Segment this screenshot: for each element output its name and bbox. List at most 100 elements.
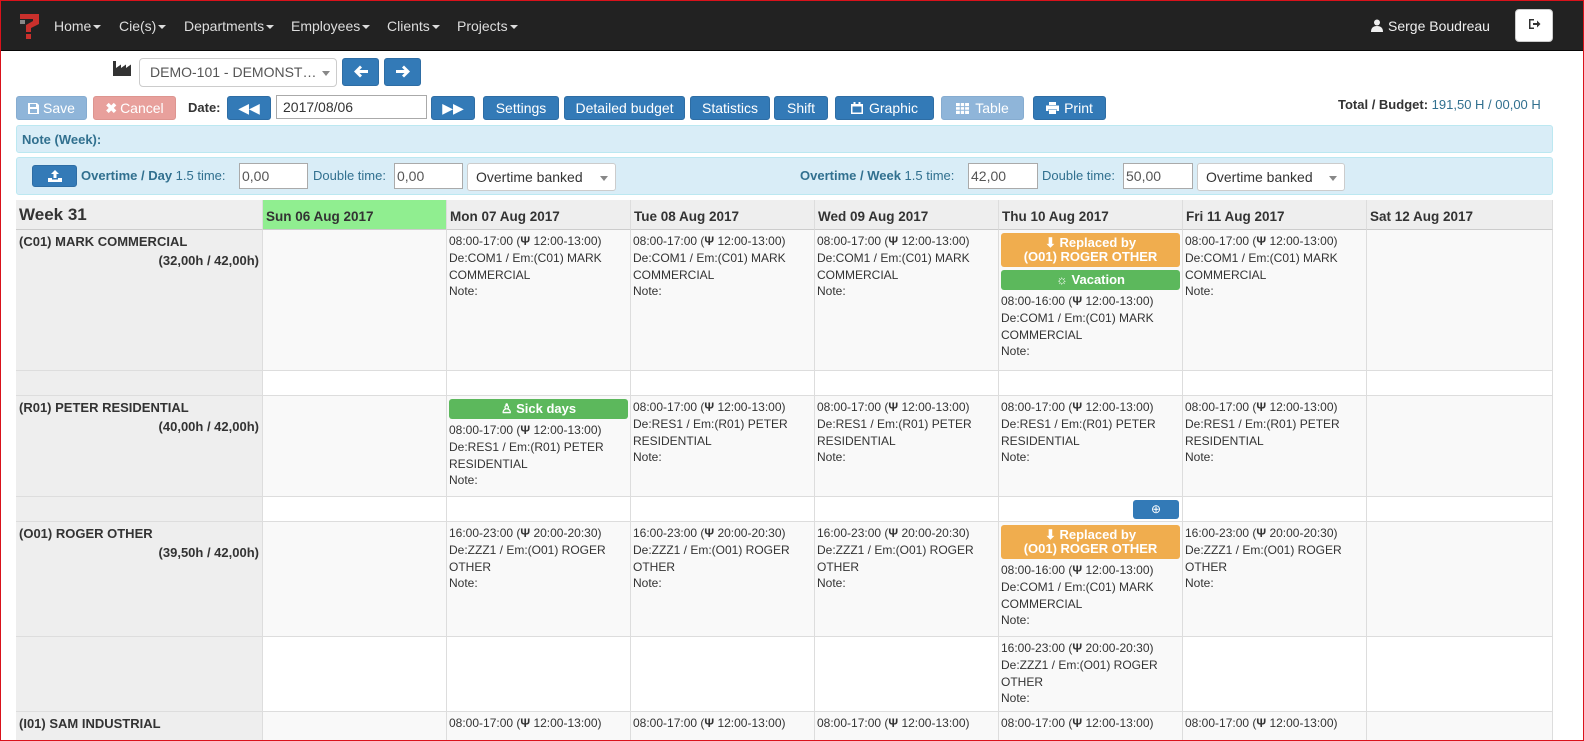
nav-companies[interactable]: Cie(s) — [119, 18, 167, 34]
empty-cell[interactable] — [815, 637, 999, 711]
empty-cell[interactable] — [631, 371, 815, 395]
empty-cell[interactable] — [263, 637, 447, 711]
day-header-fri[interactable]: Fri 11 Aug 2017 — [1183, 200, 1367, 230]
employee-name[interactable]: (C01) MARK COMMERCIAL — [19, 234, 187, 249]
day-header-sat[interactable]: Sat 12 Aug 2017 — [1367, 200, 1553, 230]
empty-cell[interactable] — [447, 371, 631, 395]
statistics-button[interactable]: Statistics — [690, 96, 770, 120]
shift-cell-wed[interactable]: 08:00-17:00 (Ψ 12:00-13:00) De:COM1 / Em:… — [815, 230, 999, 370]
detailed-budget-button[interactable]: Detailed budget — [564, 96, 685, 120]
empty-cell[interactable] — [263, 371, 447, 395]
next-company-button[interactable] — [384, 58, 421, 86]
nav-projects[interactable]: Projects — [457, 18, 518, 34]
shift-cell-thu[interactable]: 08:00-17:00 (Ψ 12:00-13:00) — [999, 712, 1183, 740]
day-header-sun[interactable]: Sun 06 Aug 2017 — [263, 200, 447, 230]
upload-overtime-button[interactable] — [32, 165, 77, 187]
logout-button[interactable] — [1515, 9, 1553, 42]
cancel-button[interactable]: ✖ Cancel — [93, 96, 176, 120]
empty-cell[interactable] — [1367, 371, 1553, 395]
shift-cell-mon[interactable]: 08:00-17:00 (Ψ 12:00-13:00) De:COM1 / Em:… — [447, 230, 631, 370]
employee-name[interactable]: (R01) PETER RESIDENTIAL — [19, 400, 189, 415]
shift-cell-thu[interactable]: ⬇ Replaced by (O01) ROGER OTHER ☼ Vacatio… — [999, 230, 1183, 370]
employee-name[interactable]: (I01) SAM INDUSTRIAL — [19, 716, 161, 731]
shift-cell-tue[interactable]: 08:00-17:00 (Ψ 12:00-13:00) — [631, 712, 815, 740]
shift-cell-sat[interactable] — [1367, 396, 1553, 496]
user-menu[interactable]: Serge Boudreau — [1371, 18, 1490, 34]
vacation-badge[interactable]: ☼ Vacation — [1001, 270, 1180, 290]
empty-cell[interactable] — [999, 371, 1183, 395]
empty-cell[interactable] — [815, 371, 999, 395]
shift-cell-tue[interactable]: 08:00-17:00 (Ψ 12:00-13:00) De:COM1 / Em:… — [631, 230, 815, 370]
day-15-time-input[interactable] — [239, 163, 308, 189]
shift-cell-tue[interactable]: 16:00-23:00 (Ψ 20:00-20:30) De:ZZZ1 / Em:… — [631, 522, 815, 636]
day-header-wed[interactable]: Wed 09 Aug 2017 — [815, 200, 999, 230]
replaced-badge[interactable]: ⬇ Replaced by (O01) ROGER OTHER — [1001, 233, 1180, 267]
day-double-time-input[interactable] — [394, 163, 463, 189]
shift-button[interactable]: Shift — [774, 96, 828, 120]
prev-week-button[interactable]: ◀◀ — [227, 96, 271, 120]
nav-employees[interactable]: Employees — [291, 18, 371, 34]
app-logo-icon[interactable] — [17, 11, 43, 41]
empty-cell[interactable]: ⊕ — [999, 497, 1183, 521]
empty-cell[interactable] — [1183, 371, 1367, 395]
day-header-mon[interactable]: Mon 07 Aug 2017 — [447, 200, 631, 230]
shift-cell-thu[interactable]: 16:00-23:00 (Ψ 20:00-20:30) De:ZZZ1 / Em:… — [999, 637, 1183, 711]
shift-cell-sun[interactable] — [263, 522, 447, 636]
sick-days-badge[interactable]: ♙ Sick days — [449, 399, 628, 419]
employee-name[interactable]: (O01) ROGER OTHER — [19, 526, 153, 541]
week-overtime-banked-select[interactable]: Overtime banked — [1197, 163, 1345, 191]
nav-departments[interactable]: Departments — [184, 18, 275, 34]
print-button[interactable]: Print — [1033, 96, 1106, 120]
table-button[interactable]: Table — [941, 96, 1024, 120]
shift-cell-thu[interactable]: 08:00-17:00 (Ψ 12:00-13:00) De:RES1 / Em:… — [999, 396, 1183, 496]
empty-cell[interactable] — [1367, 497, 1553, 521]
nav-home[interactable]: Home — [54, 18, 102, 34]
cutlery-icon: Ψ — [1072, 294, 1083, 308]
empty-cell[interactable] — [815, 497, 999, 521]
day-header-tue[interactable]: Tue 08 Aug 2017 — [631, 200, 815, 230]
shift-cell-wed[interactable]: 08:00-17:00 (Ψ 12:00-13:00) — [815, 712, 999, 740]
shift-cell-sat[interactable] — [1367, 522, 1553, 636]
next-week-button[interactable]: ▶▶ — [431, 96, 475, 120]
shift-cell-thu[interactable]: ⬇ Replaced by (O01) ROGER OTHER 08:00-16:… — [999, 522, 1183, 636]
empty-cell[interactable] — [1183, 637, 1367, 711]
add-shift-button[interactable]: ⊕ — [1133, 500, 1179, 519]
save-button[interactable]: Save — [16, 96, 87, 120]
shift-cell-sun[interactable] — [263, 712, 447, 740]
shift-cell-sun[interactable] — [263, 230, 447, 370]
settings-button[interactable]: Settings — [483, 96, 559, 120]
shift-cell-mon[interactable]: ♙ Sick days 08:00-17:00 (Ψ 12:00-13:00) D… — [447, 396, 631, 496]
replaced-badge[interactable]: ⬇ Replaced by (O01) ROGER OTHER — [1001, 525, 1180, 559]
empty-cell[interactable] — [447, 637, 631, 711]
company-select[interactable]: DEMO-101 - DEMONST… — [139, 58, 337, 87]
shift-cell-sat[interactable] — [1367, 712, 1553, 740]
shift-cell-wed[interactable]: 16:00-23:00 (Ψ 20:00-20:30) De:ZZZ1 / Em:… — [815, 522, 999, 636]
shift-cell-fri[interactable]: 08:00-17:00 (Ψ 12:00-13:00) De:COM1 / Em:… — [1183, 230, 1367, 370]
empty-cell[interactable] — [631, 637, 815, 711]
overtime-panel: Overtime / Day 1.5 time: Double time: Ov… — [16, 157, 1553, 195]
shift-cell-sat[interactable] — [1367, 230, 1553, 370]
shift-cell-mon[interactable]: 16:00-23:00 (Ψ 20:00-20:30) De:ZZZ1 / Em:… — [447, 522, 631, 636]
shift-cell-sun[interactable] — [263, 396, 447, 496]
week-double-time-input[interactable] — [1123, 163, 1193, 189]
week-15-time-input[interactable] — [968, 163, 1038, 189]
shift-cell-tue[interactable]: 08:00-17:00 (Ψ 12:00-13:00) De:RES1 / Em:… — [631, 396, 815, 496]
prev-company-button[interactable] — [342, 58, 379, 86]
shift-cell-fri[interactable]: 08:00-17:00 (Ψ 12:00-13:00) — [1183, 712, 1367, 740]
shift-cell-fri[interactable]: 16:00-23:00 (Ψ 20:00-20:30) De:ZZZ1 / Em:… — [1183, 522, 1367, 636]
day-header-thu[interactable]: Thu 10 Aug 2017 — [999, 200, 1183, 230]
shift-cell-fri[interactable]: 08:00-17:00 (Ψ 12:00-13:00) De:RES1 / Em:… — [1183, 396, 1367, 496]
date-input[interactable] — [276, 95, 427, 119]
empty-cell[interactable] — [1367, 637, 1553, 711]
day-overtime-banked-select[interactable]: Overtime banked — [467, 163, 616, 191]
week-note-panel[interactable]: Note (Week): — [16, 125, 1553, 153]
empty-cell[interactable] — [1183, 497, 1367, 521]
arrow-right-icon — [395, 65, 410, 78]
shift-cell-mon[interactable]: 08:00-17:00 (Ψ 12:00-13:00) — [447, 712, 631, 740]
empty-cell[interactable] — [631, 497, 815, 521]
empty-cell[interactable] — [263, 497, 447, 521]
graphic-button[interactable]: Graphic — [835, 96, 934, 120]
shift-cell-wed[interactable]: 08:00-17:00 (Ψ 12:00-13:00) De:RES1 / Em:… — [815, 396, 999, 496]
nav-clients[interactable]: Clients — [387, 18, 440, 34]
empty-cell[interactable] — [447, 497, 631, 521]
